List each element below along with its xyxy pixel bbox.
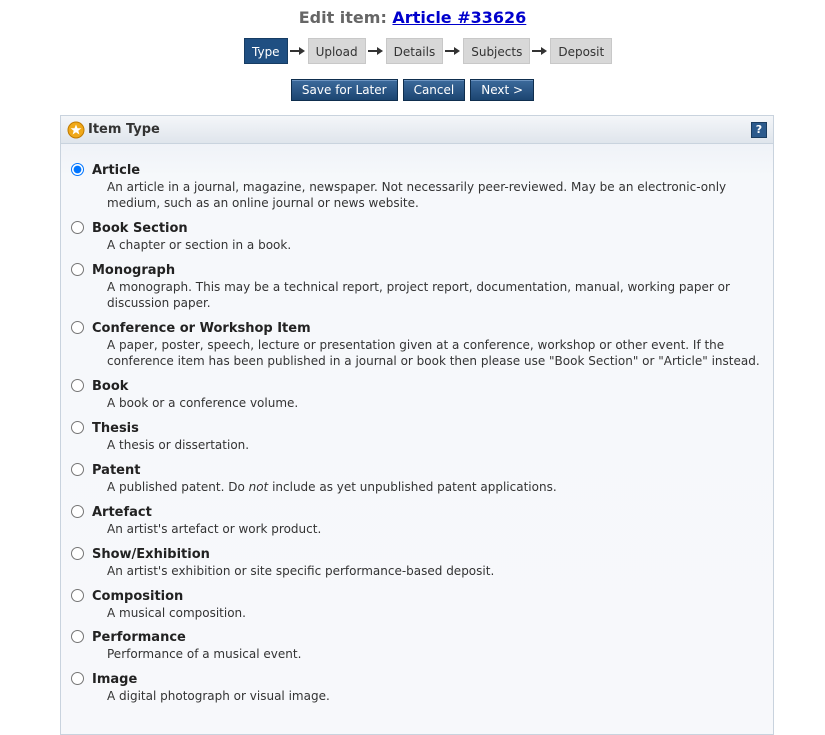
option-composition: Composition A musical composition. xyxy=(61,589,773,630)
option-description: A monograph. This may be a technical rep… xyxy=(107,280,730,310)
radio-book[interactable] xyxy=(71,379,84,392)
item-type-options: Article An article in a journal, magazin… xyxy=(61,144,773,714)
option-performance: Performance Performance of a musical eve… xyxy=(61,630,773,672)
arrow-right-icon xyxy=(530,38,550,64)
radio-composition[interactable] xyxy=(71,589,84,602)
save-for-later-button[interactable]: Save for Later xyxy=(290,79,398,101)
step-deposit[interactable]: Deposit xyxy=(550,38,613,64)
option-book-section: Book Section A chapter or section in a b… xyxy=(61,221,773,263)
step-subjects[interactable]: Subjects xyxy=(463,38,531,64)
radio-patent[interactable] xyxy=(71,463,84,476)
option-title: Article xyxy=(92,163,141,178)
option-title: Show/Exhibition xyxy=(92,547,210,562)
option-description: A digital photograph or visual image. xyxy=(107,689,330,703)
panel-title: Item Type xyxy=(88,122,160,137)
option-title: Conference or Workshop Item xyxy=(92,321,311,336)
page-title: Edit item: Article #33626 xyxy=(0,8,825,27)
workflow-steps: Type Upload Details Subjects Deposit xyxy=(244,38,613,64)
option-title: Book xyxy=(92,379,129,394)
radio-thesis[interactable] xyxy=(71,421,84,434)
option-image: Image A digital photograph or visual ima… xyxy=(61,672,773,714)
option-description: An artist's artefact or work product. xyxy=(107,522,322,536)
option-description: A book or a conference volume. xyxy=(107,396,299,410)
option-article: Article An article in a journal, magazin… xyxy=(61,163,773,221)
option-title: Patent xyxy=(92,463,141,478)
page-title-prefix: Edit item: xyxy=(298,8,387,27)
arrow-right-icon xyxy=(366,38,386,64)
option-monograph: Monograph A monograph. This may be a tec… xyxy=(61,263,773,321)
item-type-panel: Item Type ? Article An article in a jour… xyxy=(60,115,774,735)
radio-conference[interactable] xyxy=(71,321,84,334)
radio-monograph[interactable] xyxy=(71,263,84,276)
desc-text: include as yet unpublished patent applic… xyxy=(268,480,557,494)
arrow-right-icon xyxy=(443,38,463,64)
option-description: A thesis or dissertation. xyxy=(107,438,250,452)
radio-performance[interactable] xyxy=(71,630,84,643)
panel-header: Item Type ? xyxy=(61,116,773,144)
option-conference: Conference or Workshop Item A paper, pos… xyxy=(61,321,773,379)
option-description: Performance of a musical event. xyxy=(107,647,302,661)
option-description: An article in a journal, magazine, newsp… xyxy=(107,180,727,210)
help-icon[interactable]: ? xyxy=(751,122,767,138)
radio-article[interactable] xyxy=(71,163,84,176)
radio-book-section[interactable] xyxy=(71,221,84,234)
option-artefact: Artefact An artist's artefact or work pr… xyxy=(61,505,773,547)
option-title: Performance xyxy=(92,630,186,645)
radio-show-exhibition[interactable] xyxy=(71,547,84,560)
option-title: Thesis xyxy=(92,421,139,436)
action-buttons: Save for Later Cancel Next > xyxy=(0,79,825,101)
option-description: A musical composition. xyxy=(107,606,246,620)
option-description: An artist's exhibition or site specific … xyxy=(107,564,495,578)
option-thesis: Thesis A thesis or dissertation. xyxy=(61,421,773,463)
radio-artefact[interactable] xyxy=(71,505,84,518)
star-icon xyxy=(67,121,85,139)
option-title: Composition xyxy=(92,589,184,604)
option-title: Image xyxy=(92,672,138,687)
option-description: A chapter or section in a book. xyxy=(107,238,292,252)
next-button[interactable]: Next > xyxy=(470,79,535,101)
radio-image[interactable] xyxy=(71,672,84,685)
step-upload[interactable]: Upload xyxy=(307,38,366,64)
option-description: A published patent. Do not include as ye… xyxy=(92,479,763,495)
option-title: Book Section xyxy=(92,221,188,236)
option-title: Artefact xyxy=(92,505,152,520)
desc-emphasis: not xyxy=(248,480,269,494)
option-show-exhibition: Show/Exhibition An artist's exhibition o… xyxy=(61,547,773,589)
option-title: Monograph xyxy=(92,263,176,278)
cancel-button[interactable]: Cancel xyxy=(402,79,466,101)
arrow-right-icon xyxy=(288,38,308,64)
step-type[interactable]: Type xyxy=(244,38,288,64)
desc-text: A published patent. Do xyxy=(107,480,249,494)
option-patent: Patent A published patent. Do not includ… xyxy=(61,463,773,505)
option-book: Book A book or a conference volume. xyxy=(61,379,773,421)
option-description: A paper, poster, speech, lecture or pres… xyxy=(107,338,760,368)
step-details[interactable]: Details xyxy=(385,38,444,64)
item-link[interactable]: Article #33626 xyxy=(392,8,526,27)
